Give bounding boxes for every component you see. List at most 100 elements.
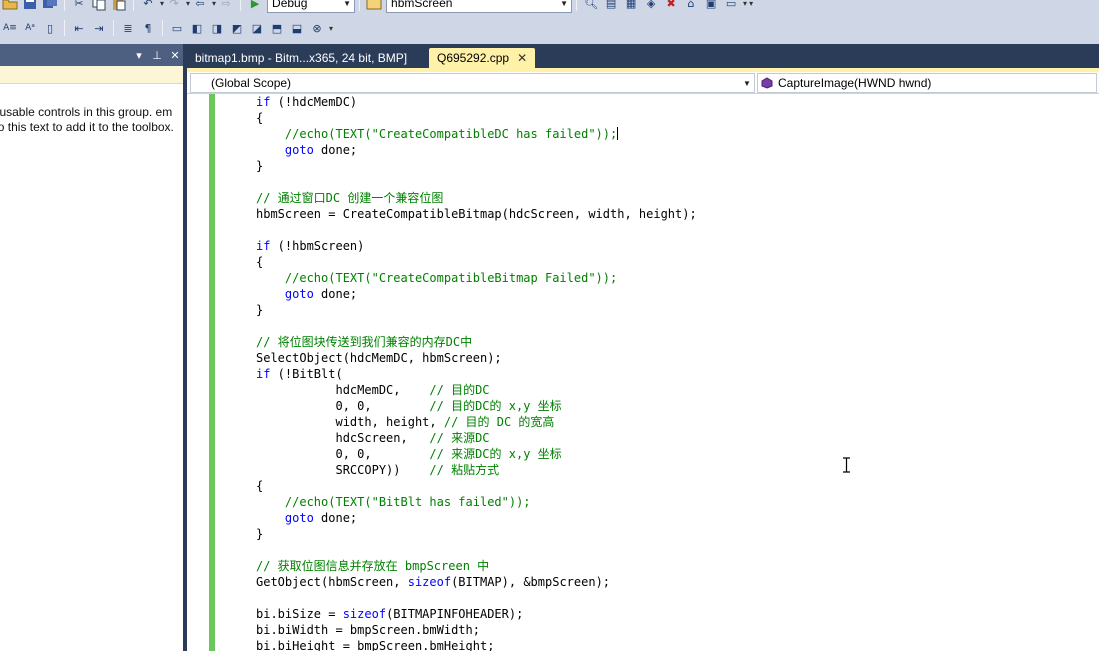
- code-line[interactable]: bi.biHeight = bmpScreen.bmHeight;: [256, 638, 494, 651]
- code-line[interactable]: }: [256, 158, 263, 174]
- code-token: 0, 0,: [256, 399, 430, 413]
- tab-bitmap1-bmp[interactable]: bitmap1.bmp - Bitm...x365, 24 bit, BMP]: [187, 48, 415, 68]
- save-icon[interactable]: [22, 0, 38, 11]
- code-area[interactable]: if (!hdcMemDC){ //echo(TEXT("CreateCompa…: [187, 94, 1099, 651]
- tab-q695292-cpp[interactable]: Q695292.cpp ✕: [429, 48, 536, 68]
- clear-bookmarks-dropdown-icon[interactable]: ▾: [329, 24, 333, 33]
- redo-dropdown-icon[interactable]: ▾: [186, 0, 190, 8]
- redo-icon[interactable]: ↷: [166, 0, 182, 11]
- code-editor[interactable]: (Global Scope) ▼ CaptureImage(HWND hwnd)…: [187, 72, 1099, 651]
- properties-icon[interactable]: ▦: [623, 0, 639, 11]
- panel-options-icon[interactable]: ▾: [133, 49, 145, 62]
- toolbar-separator: [359, 0, 361, 11]
- previous-bookmark-icon[interactable]: ◧: [189, 20, 205, 36]
- previous-bookmark-in-folder-icon[interactable]: ◩: [229, 20, 245, 36]
- find-in-files-icon[interactable]: [366, 0, 382, 11]
- undo-icon[interactable]: ↶: [140, 0, 156, 11]
- clear-bookmarks-icon[interactable]: ⊗: [309, 20, 325, 36]
- navigation-bar: (Global Scope) ▼ CaptureImage(HWND hwnd): [187, 72, 1099, 94]
- code-line[interactable]: //echo(TEXT("CreateCompatibleBitmap Fail…: [256, 270, 617, 286]
- start-debugging-icon[interactable]: ▶: [247, 0, 263, 11]
- uncomment-icon[interactable]: ¶: [140, 20, 156, 36]
- code-line[interactable]: width, height, // 目的 DC 的宽高: [256, 414, 554, 430]
- code-line[interactable]: hdcMemDC, // 目的DC: [256, 382, 489, 398]
- comment-out-icon[interactable]: ≣: [120, 20, 136, 36]
- code-line[interactable]: bi.biWidth = bmpScreen.bmWidth;: [256, 622, 480, 638]
- code-line[interactable]: //echo(TEXT("BitBlt has failed"));: [256, 494, 531, 510]
- code-token: bi.biWidth = bmpScreen.bmWidth;: [256, 623, 480, 637]
- code-line[interactable]: if (!hdcMemDC): [256, 94, 357, 110]
- code-line[interactable]: SRCCOPY)) // 粘贴方式: [256, 462, 499, 478]
- display-quick-info-icon[interactable]: ▯: [42, 20, 58, 36]
- increase-indent-icon[interactable]: ⇥: [91, 20, 107, 36]
- display-object-member-list-icon[interactable]: A≡: [2, 20, 18, 36]
- save-all-icon[interactable]: [42, 0, 58, 11]
- code-line[interactable]: }: [256, 302, 263, 318]
- pin-icon[interactable]: ⊥: [151, 49, 163, 62]
- member-select[interactable]: CaptureImage(HWND hwnd): [757, 73, 1097, 93]
- code-token: hdcScreen,: [256, 431, 430, 445]
- scope-select[interactable]: (Global Scope) ▼: [190, 73, 755, 93]
- object-browser-icon[interactable]: ◈: [643, 0, 659, 11]
- start-page-icon[interactable]: ⌂: [683, 0, 699, 11]
- open-file-icon[interactable]: [2, 0, 18, 11]
- code-line[interactable]: {: [256, 110, 263, 126]
- code-line[interactable]: 0, 0, // 来源DC的 x,y 坐标: [256, 446, 561, 462]
- code-token: (!hbmScreen): [270, 239, 365, 253]
- code-line[interactable]: hdcScreen, // 来源DC: [256, 430, 489, 446]
- command-window-dropdown-icon[interactable]: ▾: [743, 0, 747, 8]
- code-line[interactable]: if (!hbmScreen): [256, 238, 364, 254]
- code-comment: // 目的 DC 的宽高: [443, 415, 555, 429]
- code-keyword: sizeof: [407, 575, 452, 589]
- navigate-forward-icon[interactable]: ⇨: [218, 0, 234, 11]
- toggle-bookmark-icon[interactable]: ▭: [169, 20, 185, 36]
- code-line[interactable]: goto done;: [256, 142, 357, 158]
- paste-icon[interactable]: [111, 0, 127, 11]
- navigate-backward-dropdown-icon[interactable]: ▾: [212, 0, 216, 8]
- toolbox-icon[interactable]: ✖: [663, 0, 679, 11]
- decrease-indent-icon[interactable]: ⇤: [71, 20, 87, 36]
- solution-explorer-icon[interactable]: ▤: [603, 0, 619, 11]
- toolbox-empty-message: no usable controls in this group. em ont…: [0, 105, 174, 134]
- extension-manager-icon[interactable]: ▣: [703, 0, 719, 11]
- toolbar-separator: [162, 20, 163, 36]
- code-line[interactable]: goto done;: [256, 286, 357, 302]
- code-line[interactable]: //echo(TEXT("CreateCompatibleDC has fail…: [256, 126, 619, 142]
- code-line[interactable]: goto done;: [256, 510, 357, 526]
- code-line[interactable]: bi.biSize = sizeof(BITMAPINFOHEADER);: [256, 606, 523, 622]
- toolbox-panel: ▾ ⊥ ✕ no usable controls in this group. …: [0, 44, 185, 651]
- solution-configuration-select[interactable]: Debug ▼: [267, 0, 356, 13]
- copy-icon[interactable]: [91, 0, 107, 11]
- toolbox-group-header[interactable]: [0, 66, 183, 84]
- scope-value: (Global Scope): [211, 76, 292, 90]
- close-icon[interactable]: ✕: [169, 49, 181, 62]
- navigate-backward-icon[interactable]: ⇦: [192, 0, 208, 11]
- next-bookmark-in-document-icon[interactable]: ⬓: [289, 20, 305, 36]
- find-combo[interactable]: hbmScreen ▼: [386, 0, 573, 13]
- close-icon[interactable]: ✕: [517, 51, 527, 65]
- cut-icon[interactable]: ✂: [71, 0, 87, 11]
- display-parameter-info-icon[interactable]: Aᵃ: [22, 20, 38, 36]
- code-line[interactable]: // 通过窗口DC 创建一个兼容位图: [256, 190, 443, 206]
- next-bookmark-in-folder-icon[interactable]: ◪: [249, 20, 265, 36]
- code-line[interactable]: {: [256, 254, 263, 270]
- toolbar-separator: [576, 0, 578, 11]
- command-window-icon[interactable]: ▭: [723, 0, 739, 11]
- code-line[interactable]: SelectObject(hdcMemDC, hbmScreen);: [256, 350, 502, 366]
- find-icon[interactable]: 🔍︎: [583, 0, 599, 11]
- undo-dropdown-icon[interactable]: ▾: [160, 0, 164, 8]
- main-toolbar: ✂ ↶ ▾ ↷ ▾ ⇦ ▾ ⇨ ▶ Debug ▼ hbmScreen ▼ 🔍︎ ▤ …: [0, 0, 1099, 44]
- code-line[interactable]: hbmScreen = CreateCompatibleBitmap(hdcSc…: [256, 206, 697, 222]
- next-bookmark-icon[interactable]: ◨: [209, 20, 225, 36]
- code-line[interactable]: }: [256, 526, 263, 542]
- previous-bookmark-in-document-icon[interactable]: ⬒: [269, 20, 285, 36]
- code-line[interactable]: if (!BitBlt(: [256, 366, 343, 382]
- code-line[interactable]: GetObject(hbmScreen, sizeof(BITMAP), &bm…: [256, 574, 610, 590]
- code-line[interactable]: {: [256, 478, 263, 494]
- code-line[interactable]: 0, 0, // 目的DC的 x,y 坐标: [256, 398, 561, 414]
- toolbar-row-text-editor: A≡ Aᵃ ▯ ⇤ ⇥ ≣ ¶ ▭ ◧ ◨ ◩ ◪ ⬒ ⬓ ⊗ ▾: [0, 17, 333, 39]
- code-line[interactable]: // 将位图块传送到我们兼容的内存DC中: [256, 334, 472, 350]
- panel-splitter[interactable]: [183, 44, 185, 651]
- code-line[interactable]: // 获取位图信息并存放在 bmpScreen 中: [256, 558, 489, 574]
- toolbar-options-icon[interactable]: ▾: [749, 0, 753, 8]
